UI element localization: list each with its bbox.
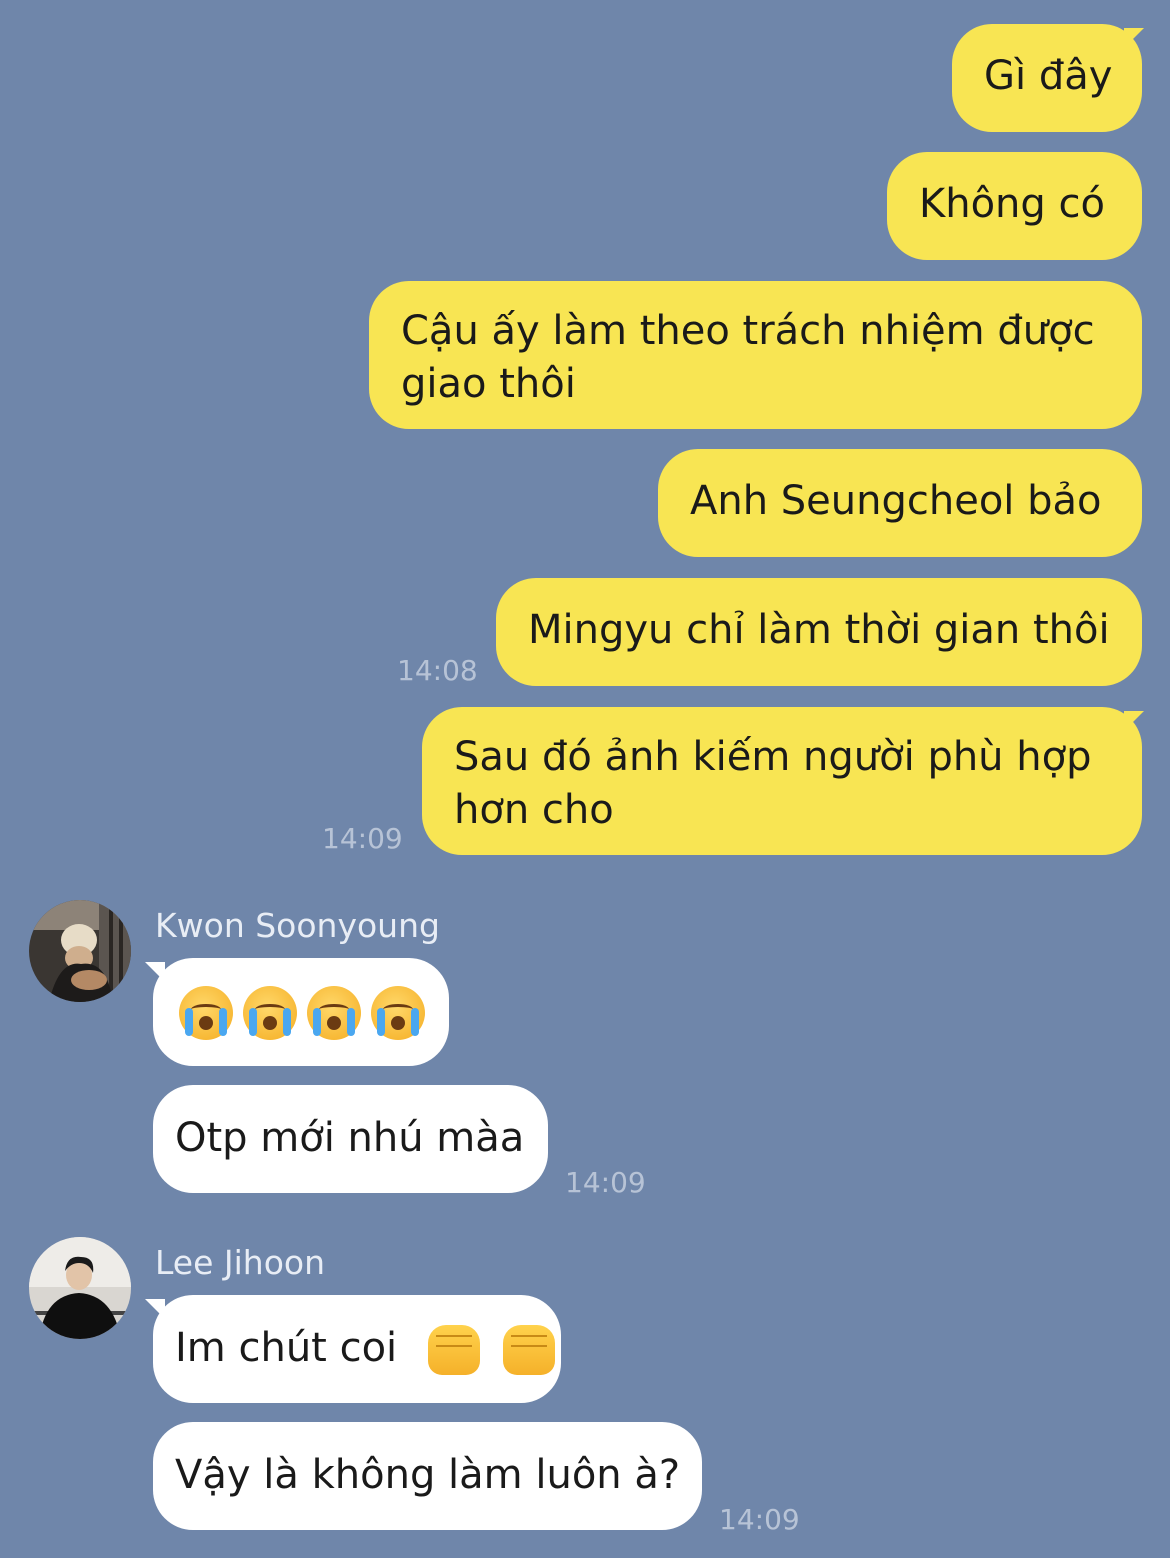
message-text: Otp mới nhú màa — [175, 1115, 525, 1161]
incoming-message[interactable]: Im chút coi — [153, 1295, 561, 1403]
outgoing-message[interactable]: Sau đó ảnh kiếm người phù hợp hơn cho — [422, 707, 1142, 855]
avatar[interactable] — [29, 900, 131, 1002]
message-text-line: Sau đó ảnh kiếm người phù hợp — [454, 734, 1092, 780]
outgoing-message[interactable]: Không có — [887, 152, 1142, 260]
sender-name: Kwon Soonyoung — [155, 906, 440, 945]
message-text: Mingyu chỉ làm thời gian thôi — [528, 607, 1110, 653]
fist-icon — [427, 1325, 480, 1375]
message-text: Vậy là không làm luôn à? — [175, 1452, 681, 1498]
outgoing-message[interactable]: Cậu ấy làm theo trách nhiệm được giao th… — [369, 281, 1142, 429]
incoming-message[interactable] — [153, 958, 449, 1066]
message-text-line: Cậu ấy làm theo trách nhiệm được — [401, 308, 1095, 354]
crying-face-icon — [307, 986, 361, 1040]
crying-face-icon — [179, 986, 233, 1040]
sender-name: Lee Jihoon — [155, 1243, 326, 1282]
avatar[interactable] — [29, 1237, 131, 1339]
incoming-message[interactable]: Vậy là không làm luôn à? — [153, 1422, 702, 1530]
outgoing-message[interactable]: Gì đây — [952, 24, 1142, 132]
timestamp: 14:09 — [565, 1166, 646, 1199]
outgoing-message[interactable]: Mingyu chỉ làm thời gian thôi — [496, 578, 1142, 686]
message-text-line: giao thôi — [401, 361, 576, 407]
message-text: Không có — [919, 181, 1105, 227]
outgoing-message[interactable]: Anh Seungcheol bảo — [658, 449, 1142, 557]
incoming-message[interactable]: Otp mới nhú màa — [153, 1085, 548, 1193]
message-text-line: hơn cho — [454, 787, 614, 833]
crying-face-icon — [371, 986, 425, 1040]
timestamp: 14:09 — [322, 822, 403, 855]
fist-icon — [502, 1325, 555, 1375]
message-text: Im chút coi — [175, 1325, 398, 1371]
message-text: Gì đây — [984, 53, 1113, 99]
avatar-photo — [29, 900, 131, 1002]
chat-view[interactable]: Gì đây Không có Cậu ấy làm theo trách nh… — [0, 0, 1170, 1558]
timestamp: 14:09 — [719, 1503, 800, 1536]
timestamp: 14:08 — [397, 654, 478, 687]
crying-face-icon — [243, 986, 297, 1040]
avatar-photo — [29, 1237, 131, 1339]
message-text: Anh Seungcheol bảo — [690, 478, 1102, 524]
